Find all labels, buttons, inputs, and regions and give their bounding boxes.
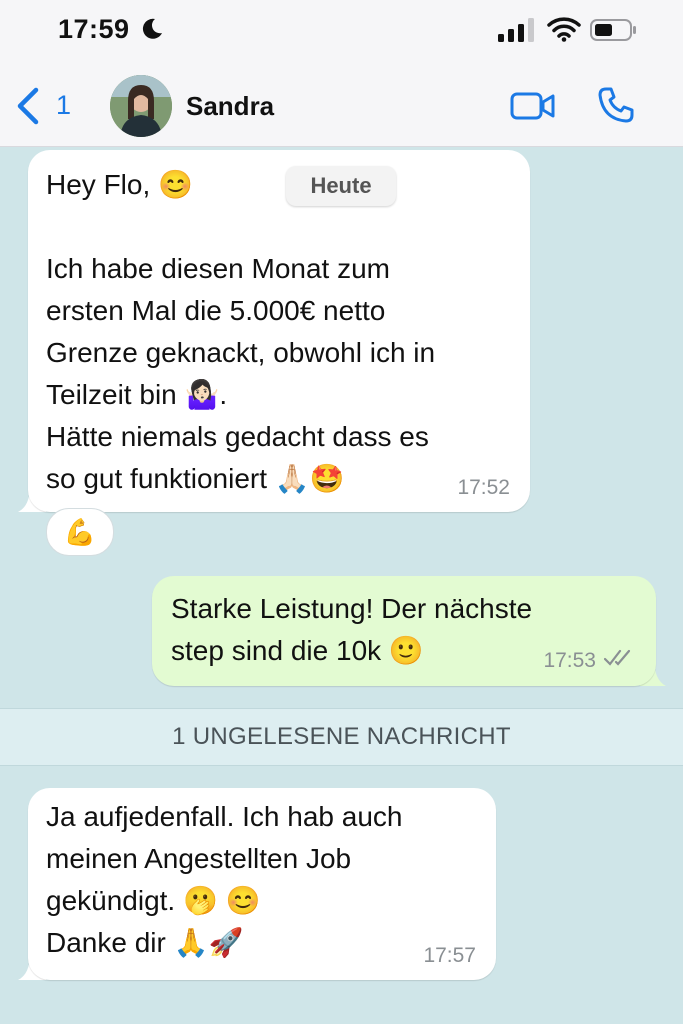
incoming-message[interactable]: Hey Flo, 😊 Ich habe diesen Monat zum ers… [28,150,530,512]
contact-name[interactable]: Sandra [186,91,274,122]
read-receipt-icon [604,649,631,666]
message-time: 17:53 [543,649,596,672]
battery-icon [590,19,636,41]
message-text: Hey Flo, 😊 Ich habe diesen Monat zum ers… [46,169,436,494]
status-time: 17:59 [58,14,130,44]
phone-call-icon[interactable] [597,86,635,124]
back-chevron-icon[interactable] [14,86,42,126]
wifi-icon [547,17,581,42]
message-text: Ja aufjedenfall. Ich hab auch meinen Ang… [46,801,403,958]
message-time: 17:52 [457,476,510,499]
cellular-signal-icon [498,18,534,42]
avatar[interactable] [110,75,172,137]
chat-header: 17:59 1 Sandra [0,0,683,147]
date-pill: Heute [286,166,396,206]
moon-icon [142,18,162,39]
incoming-message[interactable]: Ja aufjedenfall. Ich hab auch meinen Ang… [28,788,496,980]
outgoing-message[interactable]: Starke Leistung! Der nächste step sind d… [152,576,656,686]
message-text: Starke Leistung! Der nächste step sind d… [171,593,533,666]
back-unread-count[interactable]: 1 [56,90,71,121]
unread-divider: 1 UNGELESENE NACHRICHT [0,708,683,766]
message-time: 17:57 [423,944,476,967]
video-call-icon[interactable] [510,90,556,122]
message-reaction[interactable]: 💪 [46,508,114,556]
